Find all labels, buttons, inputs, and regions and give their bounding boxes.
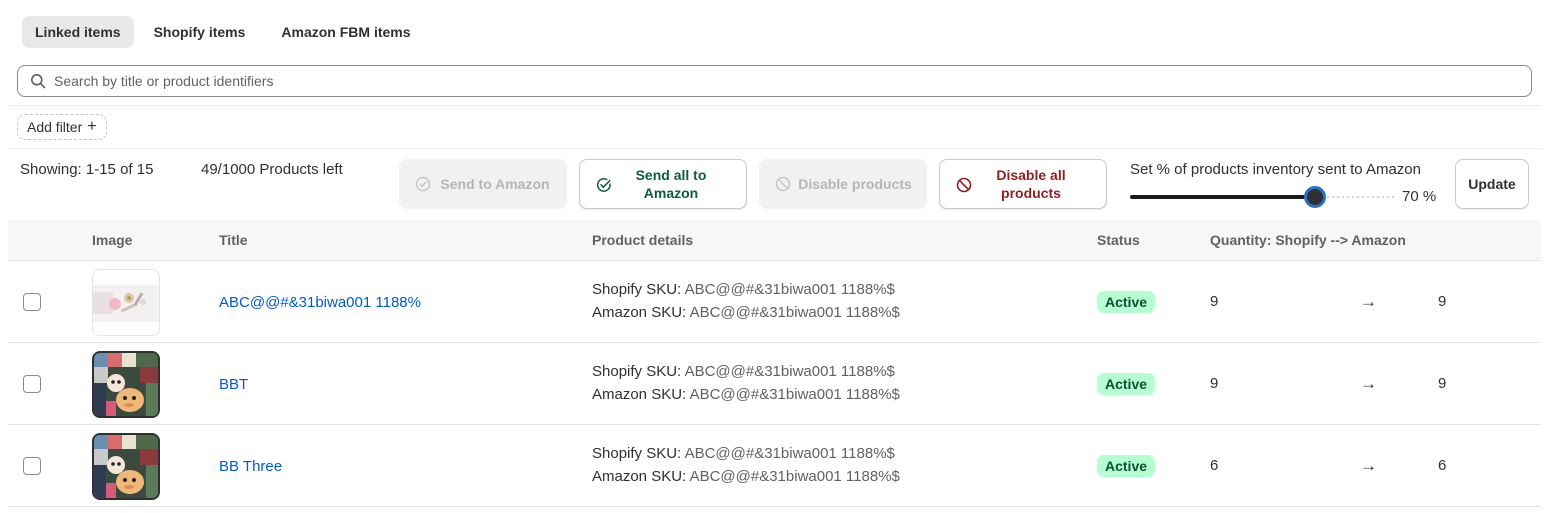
header-title: Title	[219, 232, 248, 248]
amazon-sku: Amazon SKU: ABC@@#&31biwa001 1188%$	[592, 386, 900, 403]
add-filter-label: Add filter	[27, 119, 83, 135]
product-title-link[interactable]: ABC@@#&31biwa001 1188%	[219, 294, 421, 311]
shopify-sku-label: Shopify SKU:	[592, 281, 682, 298]
header-product-details: Product details	[592, 232, 694, 248]
amazon-sku: Amazon SKU: ABC@@#&31biwa001 1188%$	[592, 468, 900, 485]
amazon-sku-label: Amazon SKU:	[592, 304, 687, 321]
amazon-sku-value: ABC@@#&31biwa001 1188%$	[689, 468, 900, 485]
plus-icon: +	[87, 118, 97, 135]
qty-shopify: 9	[1210, 375, 1219, 392]
amazon-sku: Amazon SKU: ABC@@#&31biwa001 1188%$	[592, 304, 900, 321]
search-icon	[31, 74, 46, 89]
send-to-amazon-label: Send to Amazon	[440, 176, 550, 192]
send-all-label-line2: Amazon	[643, 185, 699, 201]
search-input[interactable]	[54, 73, 1504, 89]
table-row: BB Three Shopify SKU: ABC@@#&31biwa001 1…	[8, 425, 1541, 507]
qty-amazon: 6	[1438, 457, 1447, 474]
amazon-sku-label: Amazon SKU:	[592, 468, 687, 485]
arrow-right-icon: →	[1360, 456, 1377, 475]
qty-shopify: 9	[1210, 293, 1219, 310]
disable-all-products-button[interactable]: Disable all products	[939, 159, 1107, 209]
status-badge: Active	[1097, 291, 1156, 313]
amazon-sku-value: ABC@@#&31biwa001 1188%$	[689, 386, 900, 403]
header-quantity: Quantity: Shopify --> Amazon	[1210, 232, 1406, 248]
add-filter-button[interactable]: Add filter +	[17, 114, 107, 140]
product-title-link[interactable]: BBT	[219, 376, 248, 393]
update-button[interactable]: Update	[1455, 159, 1529, 209]
inventory-slider-label: Set % of products inventory sent to Amaz…	[1130, 161, 1421, 178]
shopify-sku: Shopify SKU: ABC@@#&31biwa001 1188%$	[592, 363, 895, 380]
divider	[8, 148, 1541, 149]
check-circle-icon	[415, 176, 431, 192]
qty-amazon: 9	[1438, 293, 1447, 310]
product-image	[92, 433, 160, 500]
status-badge: Active	[1097, 455, 1156, 477]
send-all-label-line1: Send all to	[635, 167, 707, 183]
slider-fill	[1130, 195, 1315, 199]
slider-rest	[1327, 196, 1394, 198]
shopify-sku-value: ABC@@#&31biwa001 1188%$	[684, 363, 895, 380]
slider-value: 70 %	[1402, 188, 1437, 205]
shopify-sku-label: Shopify SKU:	[592, 363, 682, 380]
disable-all-label-line2: products	[1001, 185, 1061, 201]
qty-amazon: 9	[1438, 375, 1447, 392]
disable-products-button[interactable]: Disable products	[759, 159, 927, 209]
amazon-sku-label: Amazon SKU:	[592, 386, 687, 403]
row-checkbox[interactable]	[23, 457, 41, 475]
disable-all-label-line1: Disable all	[996, 167, 1066, 183]
shopify-sku: Shopify SKU: ABC@@#&31biwa001 1188%$	[592, 281, 895, 298]
status-badge: Active	[1097, 373, 1156, 395]
arrow-right-icon: →	[1360, 292, 1377, 311]
search-box[interactable]	[17, 65, 1532, 97]
send-to-amazon-button[interactable]: Send to Amazon	[399, 159, 567, 209]
products-left-count: 49/1000 Products left	[201, 161, 343, 178]
header-image: Image	[92, 232, 133, 248]
amazon-sku-value: ABC@@#&31biwa001 1188%$	[689, 304, 900, 321]
block-icon	[775, 176, 791, 192]
block-icon	[956, 177, 972, 193]
showing-count: Showing: 1-15 of 15	[20, 161, 154, 178]
slider-thumb[interactable]	[1304, 186, 1326, 208]
disable-all-label: Disable all products	[980, 166, 1065, 202]
shopify-sku-value: ABC@@#&31biwa001 1188%$	[684, 445, 895, 462]
inventory-slider[interactable]	[1130, 186, 1394, 208]
header-status: Status	[1097, 232, 1140, 248]
divider	[8, 105, 1541, 106]
product-title-link[interactable]: BB Three	[219, 458, 282, 475]
send-all-to-amazon-button[interactable]: Send all to Amazon	[579, 159, 747, 209]
product-image	[92, 269, 160, 336]
table-row: BBT Shopify SKU: ABC@@#&31biwa001 1188%$…	[8, 343, 1541, 425]
row-checkbox[interactable]	[23, 293, 41, 311]
shopify-sku: Shopify SKU: ABC@@#&31biwa001 1188%$	[592, 445, 895, 462]
send-all-label: Send all to Amazon	[620, 166, 707, 202]
shopify-sku-label: Shopify SKU:	[592, 445, 682, 462]
shopify-sku-value: ABC@@#&31biwa001 1188%$	[684, 281, 895, 298]
tab-amazon-fbm-items[interactable]: Amazon FBM items	[265, 16, 426, 48]
tab-shopify-items[interactable]: Shopify items	[138, 16, 262, 48]
row-checkbox[interactable]	[23, 375, 41, 393]
product-image	[92, 351, 160, 418]
table-row: ABC@@#&31biwa001 1188% Shopify SKU: ABC@…	[8, 261, 1541, 343]
check-circle-icon	[596, 178, 611, 192]
table-header: Image Title Product details Status Quant…	[8, 220, 1541, 261]
tab-bar: Linked items Shopify items Amazon FBM it…	[22, 16, 427, 48]
qty-shopify: 6	[1210, 457, 1219, 474]
arrow-right-icon: →	[1360, 374, 1377, 393]
tab-linked-items[interactable]: Linked items	[22, 16, 134, 48]
disable-products-label: Disable products	[798, 176, 912, 192]
